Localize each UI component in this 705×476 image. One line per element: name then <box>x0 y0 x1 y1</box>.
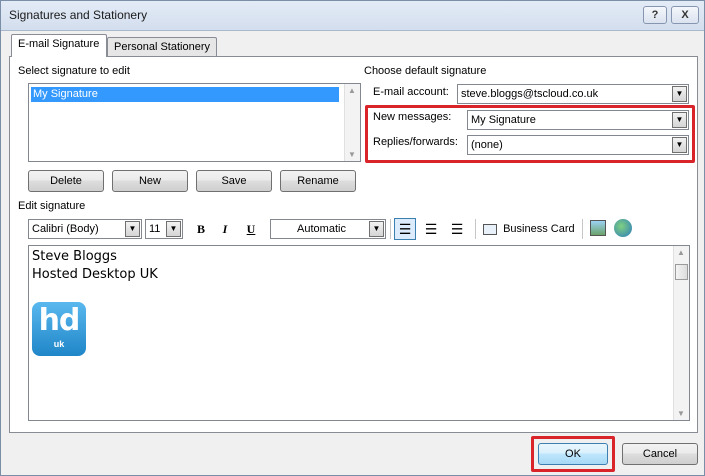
align-left-icon[interactable]: ☰ <box>394 218 416 240</box>
ok-button[interactable]: OK <box>538 443 608 465</box>
replies-forwards-value: (none) <box>471 139 503 151</box>
save-button[interactable]: Save <box>196 170 272 192</box>
editor-scrollbar[interactable]: ▲ ▼ <box>673 246 689 420</box>
new-messages-label: New messages: <box>373 111 452 123</box>
help-button[interactable]: ? <box>643 6 667 24</box>
choose-default-label: Choose default signature <box>364 65 487 77</box>
font-select[interactable]: Calibri (Body) ▼ <box>28 219 142 239</box>
insert-picture-icon[interactable] <box>590 220 606 236</box>
align-center-icon[interactable]: ☰ <box>420 218 442 240</box>
font-color-select[interactable]: Automatic ▼ <box>270 219 386 239</box>
chevron-down-icon[interactable]: ▼ <box>672 112 687 128</box>
scroll-down-icon[interactable]: ▼ <box>677 409 685 418</box>
email-account-label: E-mail account: <box>373 86 449 98</box>
editor-line-company: Hosted Desktop UK <box>32 267 158 282</box>
align-right-icon[interactable]: ☰ <box>446 218 468 240</box>
business-card-button[interactable]: Business Card <box>483 219 575 239</box>
editor-line-name: Steve Bloggs <box>32 249 117 264</box>
email-signature-panel: Select signature to edit My Signature ▲ … <box>9 56 698 433</box>
toolbar-divider <box>390 219 391 239</box>
hd-logo: hd uk <box>32 302 86 356</box>
scroll-up-icon[interactable]: ▲ <box>677 248 685 257</box>
replies-forwards-select[interactable]: (none) ▼ <box>467 135 689 155</box>
toolbar-divider <box>475 219 476 239</box>
select-signature-label: Select signature to edit <box>18 65 130 77</box>
replies-forwards-label: Replies/forwards: <box>373 136 458 148</box>
delete-button[interactable]: Delete <box>28 170 104 192</box>
italic-button[interactable]: I <box>216 219 234 239</box>
new-button[interactable]: New <box>112 170 188 192</box>
logo-subtext: uk <box>53 339 65 349</box>
scroll-up-icon[interactable]: ▲ <box>348 86 356 95</box>
new-messages-select[interactable]: My Signature ▼ <box>467 110 689 130</box>
email-account-select[interactable]: steve.bloggs@tscloud.co.uk ▼ <box>457 84 689 104</box>
signature-editor[interactable]: Steve Bloggs Hosted Desktop UK hd uk ▲ ▼ <box>28 245 690 421</box>
chevron-down-icon[interactable]: ▼ <box>125 221 140 237</box>
chevron-down-icon[interactable]: ▼ <box>369 221 384 237</box>
chevron-down-icon[interactable]: ▼ <box>166 221 181 237</box>
email-account-value: steve.bloggs@tscloud.co.uk <box>461 88 599 100</box>
insert-hyperlink-icon[interactable] <box>614 219 632 237</box>
close-button[interactable]: X <box>671 6 699 24</box>
new-messages-value: My Signature <box>471 114 536 126</box>
chevron-down-icon[interactable]: ▼ <box>672 137 687 153</box>
logo-text: hd <box>38 303 81 338</box>
rename-button[interactable]: Rename <box>280 170 356 192</box>
font-value: Calibri (Body) <box>32 223 99 235</box>
toolbar-divider <box>582 219 583 239</box>
bold-button[interactable]: B <box>192 219 210 239</box>
tab-email-signature[interactable]: E-mail Signature <box>11 34 107 57</box>
list-item[interactable]: My Signature <box>31 87 339 102</box>
scroll-down-icon[interactable]: ▼ <box>348 150 356 159</box>
underline-button[interactable]: U <box>242 219 260 239</box>
font-size-select[interactable]: 11 ▼ <box>145 219 183 239</box>
cancel-button[interactable]: Cancel <box>622 443 698 465</box>
title-bar: Signatures and Stationery ? X <box>1 1 704 31</box>
scrollbar-thumb[interactable] <box>675 264 688 280</box>
chevron-down-icon[interactable]: ▼ <box>672 86 687 102</box>
signature-list[interactable]: My Signature ▲ ▼ <box>28 83 361 162</box>
signatures-dialog: Signatures and Stationery ? X E-mail Sig… <box>0 0 705 476</box>
edit-signature-label: Edit signature <box>18 200 86 212</box>
dialog-title: Signatures and Stationery <box>9 8 148 22</box>
signature-list-scrollbar[interactable]: ▲ ▼ <box>344 84 360 161</box>
tab-personal-stationery[interactable]: Personal Stationery <box>107 37 217 57</box>
business-card-icon <box>483 223 497 235</box>
font-color-value: Automatic <box>297 223 346 235</box>
business-card-label: Business Card <box>503 223 575 235</box>
font-size-value: 11 <box>149 223 161 235</box>
